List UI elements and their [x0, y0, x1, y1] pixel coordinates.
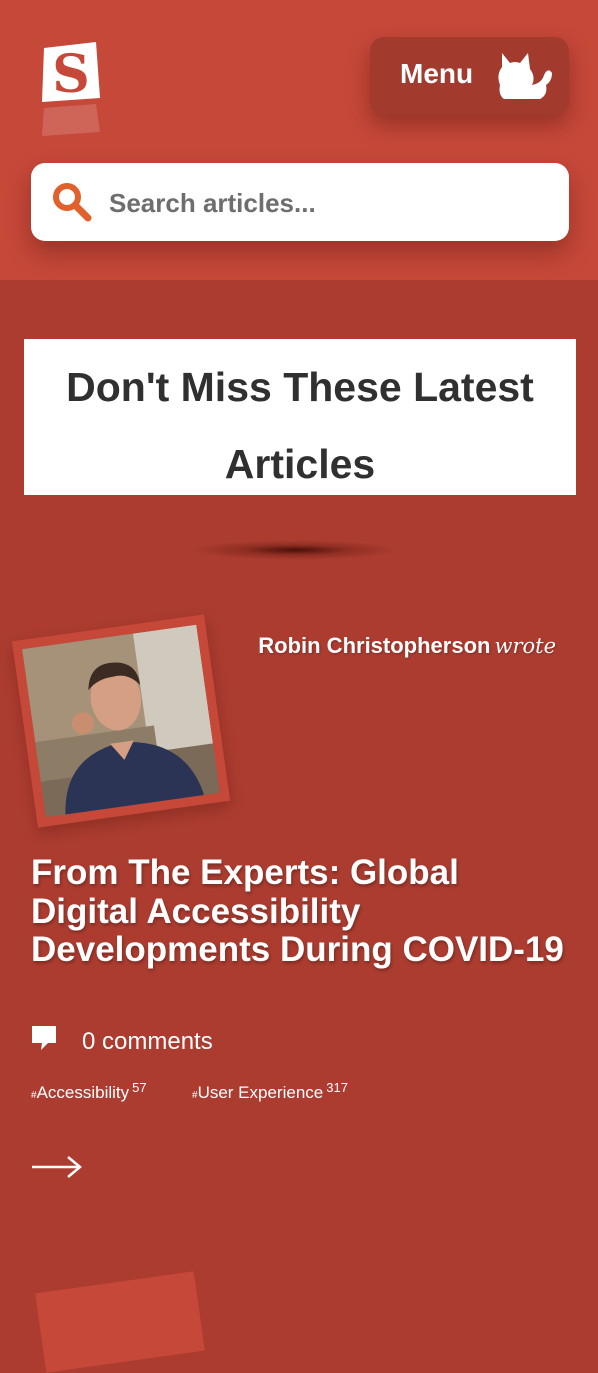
author-line: Robin Christopherson wrote — [258, 633, 556, 659]
logo-letter: S — [52, 44, 90, 105]
author-verb: wrote — [494, 634, 556, 658]
comment-icon — [32, 1026, 56, 1050]
logo-icon[interactable]: S — [36, 40, 106, 140]
comments-link[interactable]: 0 comments — [31, 1024, 331, 1064]
author-avatar-frame[interactable] — [11, 614, 231, 828]
tag-user-experience[interactable]: #User Experience 317 — [192, 1080, 348, 1103]
tag-label: Accessibility — [36, 1083, 130, 1102]
arrow-right-icon[interactable] — [31, 1154, 83, 1180]
search-bar[interactable] — [31, 163, 569, 241]
search-input[interactable] — [107, 179, 551, 227]
tag-label: User Experience — [197, 1083, 324, 1102]
section-heading: Don't Miss These Latest Articles — [66, 364, 534, 487]
comment-count: 0 comments — [82, 1028, 213, 1055]
tag-count: 57 — [132, 1080, 147, 1095]
next-article-avatar-frame[interactable] — [35, 1271, 205, 1373]
section-heading-box: Don't Miss These Latest Articles — [24, 339, 576, 495]
menu-label: Menu — [400, 58, 474, 89]
site-header: S Menu — [0, 0, 598, 280]
author-name[interactable]: Robin Christopherson — [258, 633, 490, 658]
avatar — [22, 624, 220, 818]
search-icon — [53, 183, 92, 222]
cat-icon — [498, 53, 552, 99]
tag-count: 317 — [326, 1080, 348, 1095]
menu-button[interactable]: Menu — [370, 37, 569, 115]
article-title[interactable]: From The Experts: Global Digital Accessi… — [31, 853, 571, 970]
divider — [190, 540, 400, 560]
tag-accessibility[interactable]: #Accessibility 57 — [31, 1080, 147, 1103]
